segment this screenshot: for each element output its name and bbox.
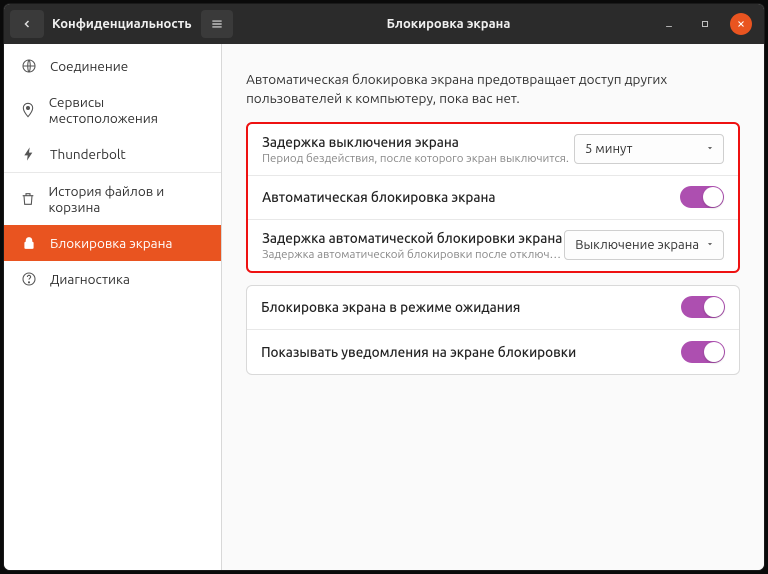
combo-value: 5 минут — [585, 142, 632, 156]
thunderbolt-icon — [20, 146, 38, 162]
sidebar-item-label: Соединение — [50, 58, 128, 74]
row-title: Задержка выключения экрана — [262, 134, 574, 150]
content-area: Автоматическая блокировка экрана предотв… — [222, 44, 764, 570]
row-text: Автоматическая блокировка экрана — [262, 189, 680, 205]
row-suspend-lock: Блокировка экрана в режиме ожидания — [247, 286, 739, 330]
sidebar-item-file-history[interactable]: История файлов и корзина — [4, 173, 221, 225]
row-auto-lock: Автоматическая блокировка экрана — [248, 176, 738, 220]
trash-icon — [20, 191, 37, 207]
location-icon — [20, 102, 37, 118]
titlebar-right: Блокировка экрана — [239, 4, 764, 44]
row-blank-delay: Задержка выключения экрана Период бездей… — [248, 124, 738, 176]
back-button[interactable] — [10, 10, 44, 38]
chevron-down-icon — [705, 142, 715, 156]
titlebar: Конфиденциальность Блокировка экрана — [4, 4, 764, 44]
sidebar-item-label: Сервисы местоположения — [49, 94, 205, 126]
row-title: Задержка автоматической блокировки экран… — [262, 230, 564, 246]
help-icon — [20, 271, 38, 287]
auto-lock-switch[interactable] — [680, 186, 724, 208]
row-text: Блокировка экрана в режиме ожидания — [261, 299, 681, 315]
row-title: Автоматическая блокировка экрана — [262, 189, 680, 205]
maximize-button[interactable] — [694, 13, 716, 35]
row-text: Задержка выключения экрана Период бездей… — [262, 134, 574, 165]
chevron-down-icon — [705, 238, 715, 252]
minimize-button[interactable] — [658, 13, 680, 35]
settings-window: Конфиденциальность Блокировка экрана — [4, 4, 764, 570]
suspend-lock-switch[interactable] — [681, 296, 725, 318]
hamburger-icon — [210, 17, 224, 31]
sidebar-title: Конфиденциальность — [44, 17, 201, 31]
row-title: Блокировка экрана в режиме ожидания — [261, 299, 681, 315]
sidebar-item-connectivity[interactable]: Соединение — [4, 48, 221, 84]
sidebar-item-thunderbolt[interactable]: Thunderbolt — [4, 136, 221, 173]
settings-group: Блокировка экрана в режиме ожидания Пока… — [246, 285, 740, 375]
switch-knob — [703, 187, 723, 207]
switch-knob — [704, 342, 724, 362]
sidebar-item-label: История файлов и корзина — [49, 183, 206, 215]
page-title: Блокировка экрана — [239, 17, 658, 31]
content-description: Автоматическая блокировка экрана предотв… — [246, 70, 740, 108]
close-icon — [736, 19, 746, 29]
auto-lock-delay-combo[interactable]: Выключение экрана — [564, 230, 724, 260]
switch-knob — [704, 297, 724, 317]
row-subtitle: Задержка автоматической блокировки после… — [262, 248, 564, 261]
row-text: Задержка автоматической блокировки экран… — [262, 230, 564, 261]
row-title: Показывать уведомления на экране блокиро… — [261, 344, 681, 360]
sidebar-item-diagnostics[interactable]: Диагностика — [4, 261, 221, 297]
spacer — [246, 273, 740, 285]
titlebar-left: Конфиденциальность — [4, 4, 239, 44]
sidebar-item-label: Thunderbolt — [50, 146, 126, 162]
sidebar-item-screen-lock[interactable]: Блокировка экрана — [4, 225, 221, 261]
globe-icon — [20, 58, 38, 74]
window-controls — [658, 13, 764, 35]
notifications-switch[interactable] — [681, 341, 725, 363]
maximize-icon — [700, 19, 710, 29]
sidebar-item-label: Диагностика — [50, 271, 130, 287]
chevron-left-icon — [21, 18, 33, 30]
row-auto-lock-delay: Задержка автоматической блокировки экран… — [248, 220, 738, 271]
minimize-icon — [664, 19, 674, 29]
row-subtitle: Период бездействия, после которого экран… — [262, 152, 574, 165]
blank-delay-combo[interactable]: 5 минут — [574, 134, 724, 164]
window-body: Соединение Сервисы местоположения Thunde… — [4, 44, 764, 570]
sidebar-item-location[interactable]: Сервисы местоположения — [4, 84, 221, 136]
lock-icon — [20, 235, 38, 251]
close-button[interactable] — [730, 13, 752, 35]
sidebar-item-label: Блокировка экрана — [50, 235, 172, 251]
row-notifications: Показывать уведомления на экране блокиро… — [247, 330, 739, 374]
sidebar: Соединение Сервисы местоположения Thunde… — [4, 44, 222, 570]
hamburger-menu-button[interactable] — [201, 10, 233, 38]
settings-group-highlighted: Задержка выключения экрана Период бездей… — [246, 122, 740, 273]
row-text: Показывать уведомления на экране блокиро… — [261, 344, 681, 360]
combo-value: Выключение экрана — [575, 238, 699, 252]
